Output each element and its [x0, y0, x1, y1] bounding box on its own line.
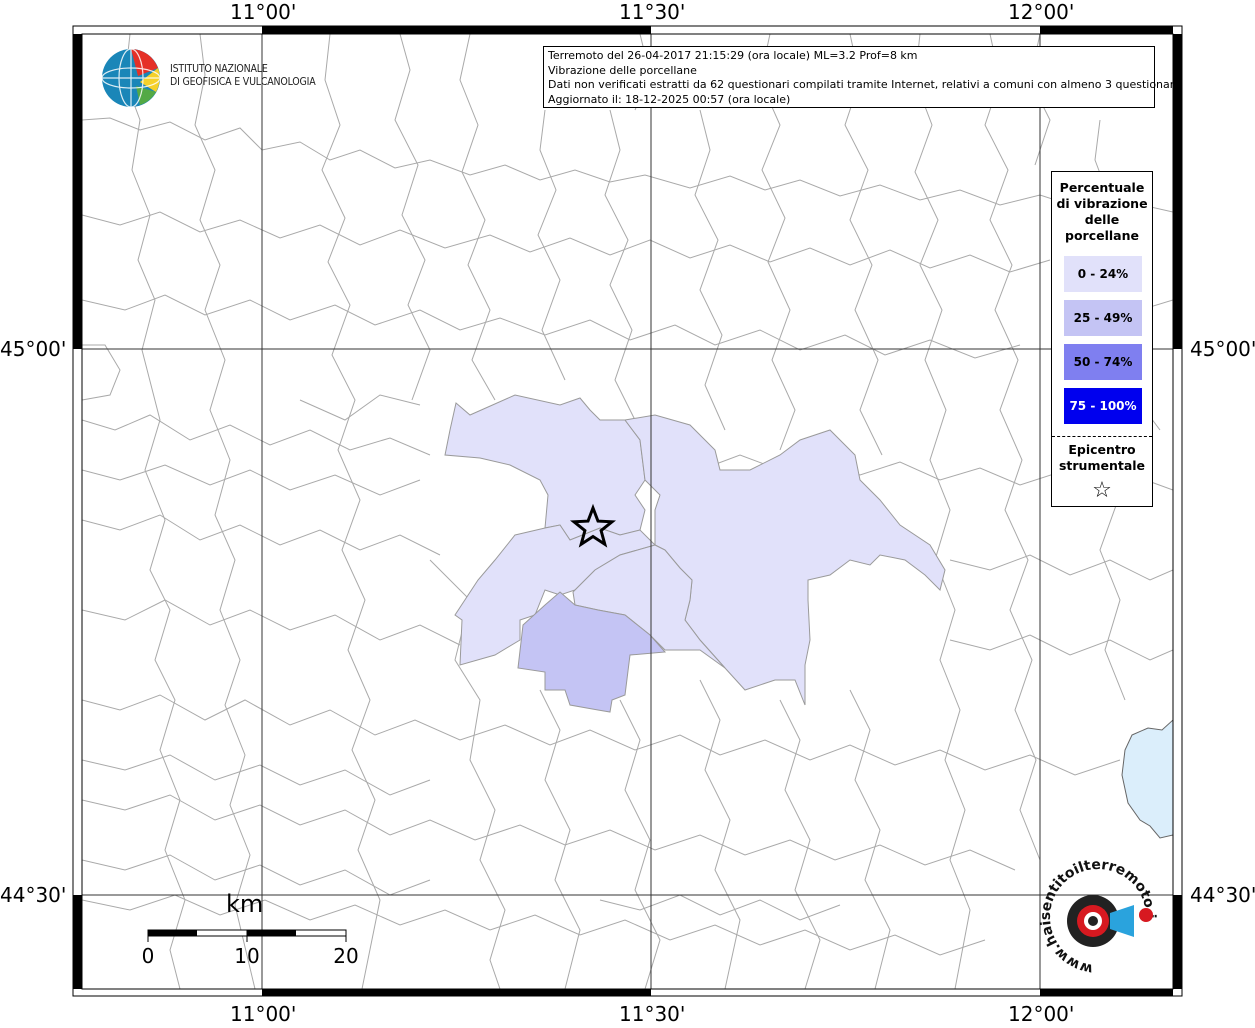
legend-title-line4: porcellane — [1065, 228, 1139, 243]
legend-title-line1: Percentuale — [1059, 180, 1145, 195]
earthquake-info-box: Terremoto del 26-04-2017 21:15:29 (ora l… — [543, 46, 1181, 108]
info-line-1: Terremoto del 26-04-2017 21:15:29 (ora l… — [548, 49, 918, 62]
legend-class-50-74: 50 - 74% — [1064, 344, 1142, 380]
ingv-logo-line1: ISTITUTO NAZIONALE — [170, 63, 268, 75]
scale-tick-20: 20 — [333, 944, 358, 968]
legend-title-line3: delle — [1084, 212, 1120, 227]
bottom-lon-label-1: 11°00' — [230, 1002, 297, 1026]
bottom-lon-label-2: 11°30' — [619, 1002, 686, 1026]
left-lat-label-2: 44°30' — [0, 883, 67, 907]
right-lat-label-1: 45°00' — [1190, 337, 1255, 361]
ingv-logo-text: ISTITUTO NAZIONALE DI GEOFISICA E VULCAN… — [170, 63, 316, 89]
legend-title: Percentuale di vibrazione delle porcella… — [1052, 180, 1152, 244]
right-lat-label-2: 44°30' — [1190, 883, 1255, 907]
legend-class-75-100: 75 - 100% — [1064, 388, 1142, 424]
legend-class-25-49: 25 - 49% — [1064, 300, 1142, 336]
legend-class-0-24: 0 - 24% — [1064, 256, 1142, 292]
top-lon-label-1: 11°00' — [230, 0, 297, 24]
info-line-4: Aggiornato il: 18-12-2025 00:57 (ora loc… — [548, 92, 791, 106]
legend-title-line2: di vibrazione — [1056, 196, 1148, 211]
legend-epicenter-title: Epicentro strumentale — [1052, 442, 1152, 474]
scale-tick-10: 10 — [234, 944, 259, 968]
top-lon-label-2: 11°30' — [619, 0, 686, 24]
legend-separator — [1052, 436, 1152, 437]
map-stage: 0 10 20 11°00' 11°30' 12°00' 11°00' 11°3… — [0, 0, 1255, 1026]
bottom-lon-label-3: 12°00' — [1008, 1002, 1075, 1026]
info-line-3: Dati non verificati estratti da 62 quest… — [548, 78, 1181, 92]
legend-star-icon: ☆ — [1092, 478, 1112, 503]
ingv-globe-logo — [101, 48, 161, 108]
top-lon-label-3: 12°00' — [1008, 0, 1075, 24]
left-lat-label-1: 45°00' — [0, 337, 67, 361]
scale-title: km — [226, 890, 264, 918]
scale-tick-0: 0 — [142, 944, 155, 968]
legend-epicenter-line1: Epicentro — [1068, 442, 1136, 457]
legend-epicenter-line2: strumentale — [1058, 458, 1146, 473]
info-line-2: Vibrazione delle porcellane — [548, 63, 697, 77]
map-legend: Percentuale di vibrazione delle porcella… — [1051, 171, 1153, 507]
ingv-logo-line2: DI GEOFISICA E VULCANOLOGIA — [170, 76, 316, 88]
haisentitoilterremoto-logo: www.haisentitoilterremoto.it — [1038, 857, 1158, 977]
